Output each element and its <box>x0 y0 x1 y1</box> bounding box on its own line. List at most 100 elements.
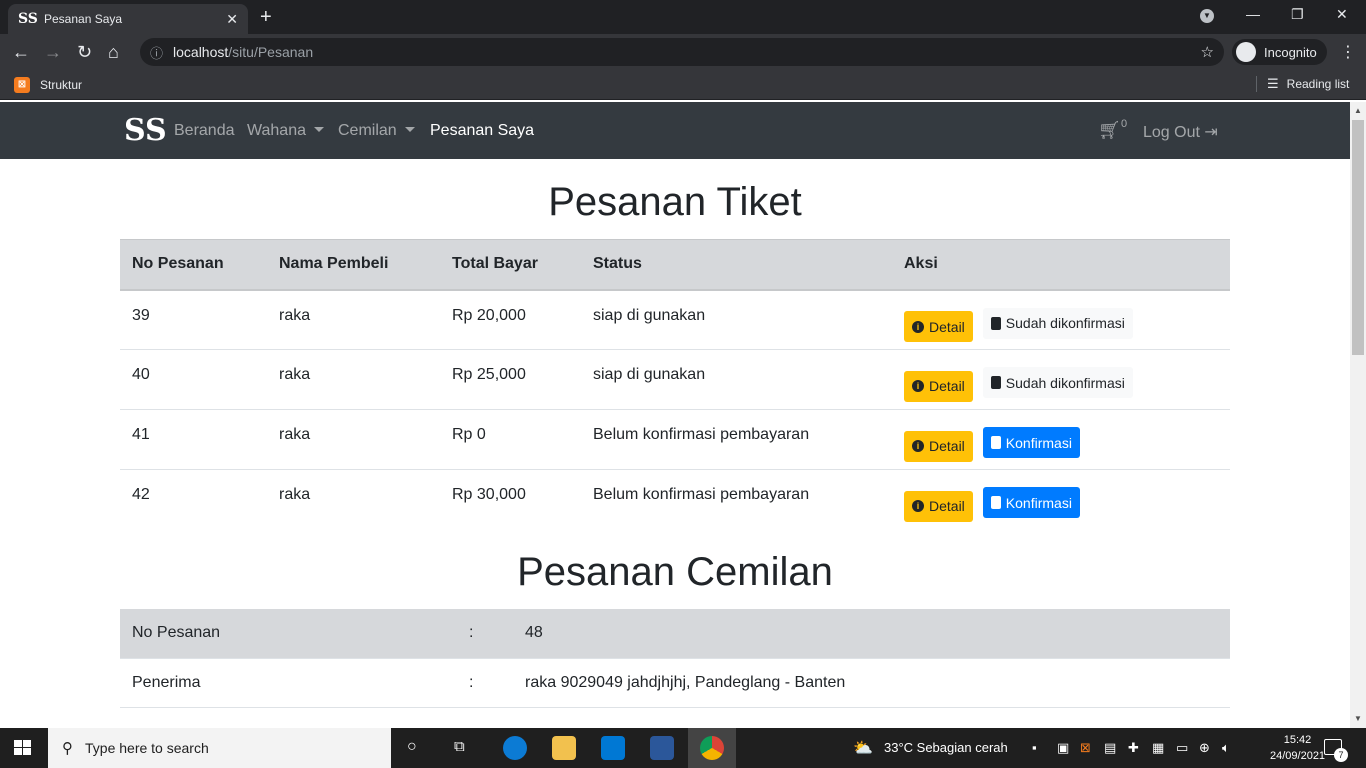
tab-search-icon[interactable]: ▼ <box>1200 9 1214 23</box>
site-info-icon[interactable]: ⓘ <box>150 43 163 62</box>
reading-list-label: Reading list <box>1286 77 1350 91</box>
incognito-badge[interactable]: Incognito <box>1232 39 1327 65</box>
detail-label: Detail <box>929 438 965 454</box>
address-bar[interactable]: ⓘ localhost/situ/Pesanan ☆ <box>140 38 1224 66</box>
close-window-icon[interactable]: ✕ <box>1336 6 1348 23</box>
brand-logo[interactable]: SS <box>124 115 167 147</box>
reload-icon[interactable]: ↻ <box>77 42 92 62</box>
cell-total: Rp 25,000 <box>440 349 581 410</box>
detail-label <box>120 707 457 728</box>
ticket-orders-table: No Pesanan Nama Pembeli Total Bayar Stat… <box>120 239 1230 530</box>
cell-actions: i Detail Konfirmasi <box>892 409 1230 470</box>
file-explorer-icon[interactable] <box>552 736 576 760</box>
cell-total: Rp 20,000 <box>440 289 581 350</box>
cell-total: Rp 30,000 <box>452 486 526 503</box>
confirm-button[interactable]: Konfirmasi <box>982 427 1080 458</box>
scroll-down-icon[interactable]: ▼ <box>1354 714 1362 723</box>
col-header: No Pesanan <box>120 239 267 291</box>
nav-cemilan[interactable]: Cemilan <box>338 122 415 140</box>
tray-app-icon[interactable]: ▦ <box>1152 740 1164 756</box>
bookmark-label: Struktur <box>40 78 83 92</box>
edge-icon[interactable] <box>503 736 527 760</box>
back-icon[interactable]: ← <box>12 42 30 62</box>
reading-list-button[interactable]: ☰ Reading list <box>1256 76 1349 92</box>
restore-icon[interactable]: ❐ <box>1291 6 1304 23</box>
clipboard-check-icon <box>990 496 1001 509</box>
task-view-icon[interactable]: ⧉ <box>454 738 465 755</box>
bookmark-struktur[interactable]: ⊠ Struktur <box>14 77 82 93</box>
detail-button[interactable]: i Detail <box>904 370 973 402</box>
confirmed-button[interactable]: Sudah dikonfirmasi <box>982 367 1133 398</box>
detail-separator: : <box>457 658 513 708</box>
confirmed-button[interactable]: Sudah dikonfirmasi <box>982 307 1133 339</box>
cell-no: 42 <box>132 486 150 503</box>
detail-separator: : <box>457 609 513 659</box>
close-tab-icon[interactable]: ✕ <box>226 11 238 28</box>
tray-app-icon[interactable]: ✚ <box>1128 740 1139 756</box>
browser-menu-icon[interactable]: ⋮ <box>1340 42 1356 62</box>
forward-icon[interactable]: → <box>44 42 62 62</box>
network-icon[interactable]: ⊕ <box>1199 740 1210 756</box>
cell-actions: i Detail Sudah dikonfirmasi <box>892 349 1230 410</box>
clock-time: 15:42 <box>1283 734 1312 746</box>
nav-wahana-label: Wahana <box>247 122 306 139</box>
taskbar-clock[interactable]: 15:42 24/09/2021 <box>1270 732 1325 764</box>
table-row <box>120 707 1230 728</box>
browser-tab-bar: SS Pesanan Saya ✕ + ▼ — ❐ ✕ <box>0 0 1366 34</box>
col-header: Total Bayar <box>440 239 581 291</box>
xampp-tray-icon[interactable]: ⊠ <box>1080 740 1091 756</box>
nav-beranda[interactable]: Beranda <box>174 122 235 140</box>
browser-tab[interactable]: SS Pesanan Saya ✕ <box>8 4 248 34</box>
taskbar-search[interactable]: ⚲ Type here to search <box>48 728 391 768</box>
cart-icon[interactable]: 🛒︎ <box>1098 120 1121 141</box>
volume-icon[interactable]: 🔈︎ <box>1222 740 1230 756</box>
nvidia-icon[interactable]: ▪ <box>1032 740 1037 755</box>
battery-icon[interactable]: ▭ <box>1176 740 1188 756</box>
weather-label[interactable]: 33°C Sebagian cerah <box>884 740 1008 755</box>
clipboard-check-icon <box>990 316 1001 330</box>
word-icon[interactable] <box>650 736 674 760</box>
info-icon: i <box>912 440 924 452</box>
chrome-taskbar-button[interactable] <box>688 728 736 768</box>
tray-app-icon[interactable]: ▣ <box>1057 740 1069 756</box>
col-header: Aksi <box>892 239 1230 291</box>
cell-name: raka <box>267 409 440 470</box>
table-row: No Pesanan : 48 <box>120 609 1230 659</box>
weather-icon[interactable]: ⛅ <box>853 738 873 758</box>
scroll-up-icon[interactable]: ▲ <box>1354 106 1362 115</box>
cortana-icon[interactable]: ○ <box>407 738 417 756</box>
windows-start-icon[interactable] <box>14 740 32 756</box>
table-row: 40 raka Rp 25,000 siap di gunakan i Detail Sud… <box>120 349 1230 410</box>
home-icon[interactable]: ⌂ <box>108 42 119 62</box>
info-icon: i <box>912 500 924 512</box>
reading-list-icon: ☰ <box>1267 76 1279 91</box>
favicon-icon: SS <box>18 11 38 27</box>
detail-label: No Pesanan <box>120 609 457 659</box>
mail-icon[interactable] <box>601 736 625 760</box>
cell-status: siap di gunakan <box>581 349 892 410</box>
tray-app-icon[interactable]: ▤ <box>1104 740 1116 756</box>
scrollbar-thumb[interactable] <box>1352 120 1364 355</box>
minimize-icon[interactable]: — <box>1246 6 1260 22</box>
info-icon: i <box>912 320 924 333</box>
detail-label: Penerima <box>120 658 457 708</box>
detail-label: Detail <box>929 318 965 335</box>
nav-wahana[interactable]: Wahana <box>247 122 324 140</box>
sign-out-icon: ⇥ <box>1204 124 1218 141</box>
page-scrollbar[interactable]: ▲ ▼ <box>1350 102 1366 728</box>
xampp-icon: ⊠ <box>14 77 30 93</box>
logout-link[interactable]: Log Out ⇥ <box>1143 122 1218 142</box>
detail-button[interactable]: i Detail <box>904 311 973 342</box>
detail-button[interactable]: i Detail <box>904 430 973 462</box>
col-header: Status <box>581 239 892 291</box>
bookmark-star-icon[interactable]: ☆ <box>1201 43 1214 61</box>
table-header-row: No Pesanan Nama Pembeli Total Bayar Stat… <box>120 239 1230 291</box>
confirm-button[interactable]: Konfirmasi <box>982 487 1080 518</box>
nav-cemilan-label: Cemilan <box>338 122 397 139</box>
table-row: 42 raka Rp 30,000 Belum konfirmasi pembayar… <box>120 470 1230 530</box>
detail-button[interactable]: i Detail <box>904 490 973 522</box>
new-tab-icon[interactable]: + <box>260 6 272 29</box>
incognito-icon <box>1236 42 1256 62</box>
nav-pesanan-saya[interactable]: Pesanan Saya <box>430 122 534 140</box>
cell-total: Rp 0 <box>440 409 581 470</box>
